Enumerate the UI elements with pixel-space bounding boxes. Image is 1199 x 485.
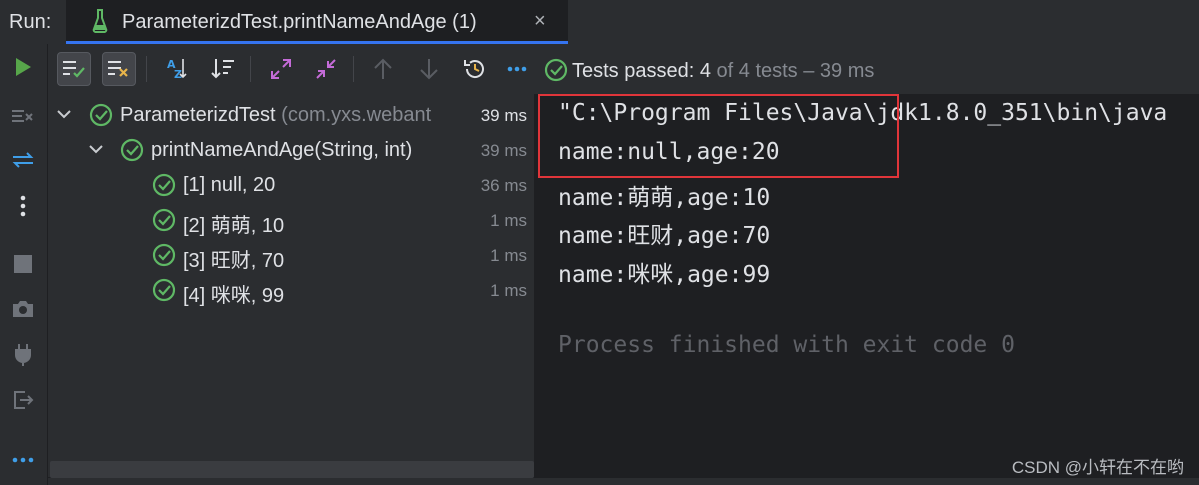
more-horizontal-icon[interactable] [7, 444, 39, 476]
tree-row-case[interactable]: [3] 旺财, 70 1 ms [48, 238, 534, 273]
history-icon[interactable] [458, 52, 492, 86]
run-tab[interactable]: ParameterizdTest.printNameAndAge (1) × [66, 0, 568, 44]
test-status: Tests passed: 4 of 4 tests – 39 ms [544, 58, 874, 83]
tree-row-method[interactable]: printNameAndAge(String, int) 39 ms [48, 133, 534, 168]
more-vertical-icon[interactable] [7, 190, 39, 222]
test-class-name: ParameterizdTest [120, 104, 276, 126]
test-results-tree: ParameterizdTest (com.yxs.webant 39 ms p… [48, 94, 534, 477]
passed-check-icon [152, 278, 176, 308]
test-case-label: [1] null, 20 [183, 174, 276, 196]
tree-row-root[interactable]: ParameterizdTest (com.yxs.webant 39 ms [48, 98, 534, 133]
tree-row-case[interactable]: [1] null, 20 36 ms [48, 168, 534, 203]
run-tool-window-header: Run: ParameterizdTest.printNameAndAge (1… [0, 0, 1199, 45]
horizontal-scrollbar[interactable] [50, 461, 534, 478]
duration: 39 ms [474, 106, 527, 126]
rerun-failed-icon[interactable] [7, 100, 39, 132]
passed-check-icon [89, 103, 113, 133]
passed-check-icon [120, 138, 144, 168]
next-failed-icon[interactable] [412, 52, 446, 86]
left-toolbar [0, 44, 48, 485]
passed-check-icon [152, 173, 176, 203]
duration: 39 ms [480, 141, 527, 160]
highlight-box [538, 94, 899, 178]
test-case-label: [2] 萌萌, 10 [183, 215, 285, 237]
rerun-icon[interactable] [7, 51, 39, 83]
tree-row-case[interactable]: [2] 萌萌, 10 1 ms [48, 203, 534, 238]
passed-check-icon [152, 208, 176, 238]
show-ignored-icon[interactable] [102, 52, 136, 86]
tree-label: ParameterizdTest (com.yxs.webant [120, 104, 431, 127]
more-options-icon[interactable] [500, 52, 534, 86]
collapse-all-icon[interactable] [309, 52, 343, 86]
expand-all-icon[interactable] [264, 52, 298, 86]
show-passed-icon[interactable] [57, 52, 91, 86]
sort-alphabetically-icon[interactable]: AZ [160, 52, 194, 86]
run-tab-title: ParameterizdTest.printNameAndAge (1) [122, 11, 477, 33]
status-suffix: of 4 tests – 39 ms [710, 60, 875, 82]
plug-icon[interactable] [7, 339, 39, 371]
console-line: name:萌萌,age:10 [558, 185, 771, 211]
duration: 1 ms [490, 246, 527, 265]
test-method-name: printNameAndAge(String, int) [151, 139, 413, 161]
test-case-label: [4] 咪咪, 99 [183, 285, 285, 307]
bottom-strip [48, 478, 1199, 485]
run-label: Run: [9, 11, 52, 33]
test-flask-icon [92, 9, 108, 38]
process-exit-line: Process finished with exit code 0 [558, 332, 1015, 358]
chevron-down-icon[interactable] [88, 137, 104, 166]
duration: 36 ms [480, 176, 527, 195]
test-case-label: [3] 旺财, 70 [183, 250, 285, 272]
duration: 1 ms [490, 281, 527, 300]
test-class-package: (com.yxs.webant [275, 104, 432, 126]
previous-failed-icon[interactable] [366, 52, 400, 86]
camera-icon[interactable] [7, 293, 39, 325]
toggle-auto-test-icon[interactable] [7, 144, 39, 176]
console-line: name:咪咪,age:99 [558, 262, 771, 288]
duration: 1 ms [490, 211, 527, 230]
passed-check-icon [544, 58, 568, 82]
close-icon[interactable]: × [534, 10, 546, 33]
sort-by-duration-icon[interactable] [206, 52, 240, 86]
exit-icon[interactable] [7, 384, 39, 416]
watermark: CSDN @小轩在不在哟 [1011, 458, 1184, 477]
console-line: name:旺财,age:70 [558, 223, 771, 249]
tree-row-case[interactable]: [4] 咪咪, 99 1 ms [48, 273, 534, 308]
test-toolbar: AZ Tests passed: 4 of 4 tests – 39 ms [48, 44, 1199, 94]
passed-check-icon [152, 243, 176, 273]
status-passed-count: 4 [699, 60, 711, 82]
stop-icon[interactable] [7, 248, 39, 280]
status-prefix: Tests passed: [572, 60, 700, 82]
chevron-down-icon[interactable] [56, 102, 72, 131]
